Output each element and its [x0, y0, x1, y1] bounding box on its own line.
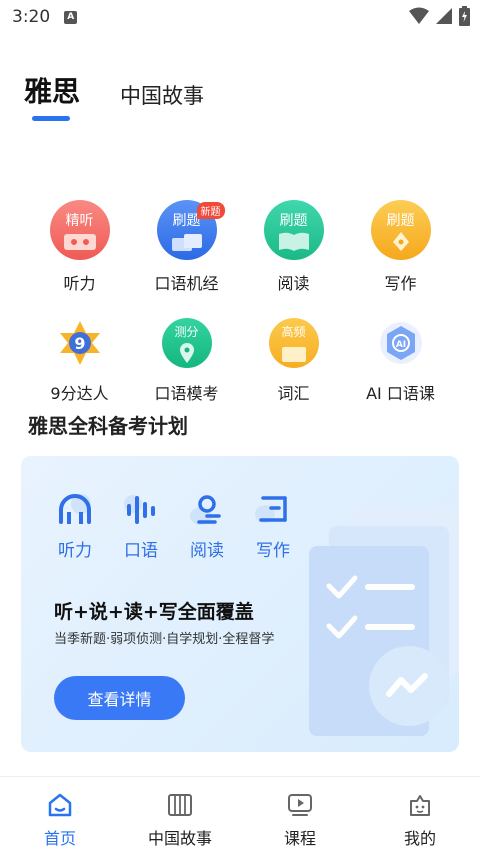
checklist-illustration [309, 506, 459, 736]
grid-item-ai-speaking[interactable]: AI AI 口语课 [347, 314, 454, 404]
grid-label: 听力 [63, 274, 96, 293]
grid-label: AI 口语课 [366, 384, 435, 403]
grid-label: 词汇 [277, 384, 310, 403]
section-title: 雅思全科备考计划 [28, 414, 188, 438]
location-pin-icon: 测分 [161, 318, 212, 368]
icon-text: 刷题 [386, 213, 415, 229]
nav-label: 首页 [43, 829, 76, 848]
icon-text: 测分 [174, 325, 199, 339]
skill-listening: 听力 [53, 492, 97, 561]
play-video-icon [288, 794, 312, 816]
tab-label: 雅思 [24, 75, 81, 108]
notification-icon: A [64, 10, 78, 24]
grid-item-speaking-mock[interactable]: 测分 口语模考 [133, 314, 240, 404]
grid-item-speaking[interactable]: 刷题 新题 口语机经 [133, 200, 240, 294]
tab-active-indicator [32, 116, 70, 121]
grid-item-listening[interactable]: 精听 听力 [26, 200, 133, 294]
grid-label: 9分达人 [50, 384, 109, 403]
skill-speaking: 口语 [119, 492, 163, 561]
signal-icon [436, 8, 452, 24]
nav-home[interactable]: 首页 [0, 777, 120, 853]
svg-text:AI: AI [395, 340, 405, 350]
skill-writing: 写作 [251, 492, 295, 561]
ai-hexagon-icon: AI [376, 318, 426, 368]
tab-label: 中国故事 [120, 84, 205, 108]
wifi-icon [409, 7, 429, 24]
grid-item-nine-expert[interactable]: 9 9分达人 [26, 314, 133, 404]
top-tabs: 雅思 中国故事 [24, 70, 204, 121]
status-time: 3:20 [12, 7, 51, 27]
skill-label: 写作 [256, 541, 290, 561]
reading-book-icon: 刷题 [263, 200, 324, 260]
speaking-mic-icon: 刷题 新题 [156, 200, 225, 260]
feature-grid: 精听 听力 刷题 新题 口语机经 刷题 阅读 刷题 写作 9 9分达人 测分 口… [26, 200, 454, 404]
tab-ielts[interactable]: 雅思 [24, 70, 81, 121]
skill-label: 听力 [58, 541, 92, 561]
profile-icon [410, 795, 430, 816]
grid-item-vocabulary[interactable]: 高频 词汇 [240, 314, 347, 404]
nav-label: 中国故事 [147, 829, 212, 848]
soundwave-icon [124, 495, 155, 524]
grid-label: 口语模考 [154, 384, 219, 403]
new-badge: 新题 [196, 202, 225, 219]
grid-label: 阅读 [277, 274, 310, 293]
svg-text:9: 9 [74, 334, 85, 353]
lines-icon [255, 496, 287, 523]
view-details-button[interactable]: 查看详情 [54, 676, 185, 720]
bottom-nav: 首页 中国故事 课程 我的 [0, 776, 480, 853]
status-bar: 3:20 A [0, 0, 480, 34]
tab-china-story[interactable]: 中国故事 [120, 80, 204, 110]
grid-item-reading[interactable]: 刷题 阅读 [240, 200, 347, 294]
icon-text: 刷题 [279, 213, 308, 229]
magnifier-icon [190, 495, 221, 525]
vocabulary-box-icon: 高频 [268, 318, 319, 368]
plan-headline: 听+说+读+写全面覆盖 [54, 601, 254, 623]
skills-row: 听力 口语 阅读 写作 [53, 492, 295, 561]
star-nine-icon: 9 [55, 318, 105, 368]
nav-label: 课程 [283, 829, 316, 848]
grid-label: 写作 [384, 274, 417, 293]
nav-profile[interactable]: 我的 [360, 777, 480, 853]
nav-china-story[interactable]: 中国故事 [120, 777, 240, 853]
skill-label: 口语 [124, 541, 158, 561]
icon-text: 高频 [281, 325, 306, 339]
grid-label: 口语机经 [154, 274, 219, 293]
status-icons [409, 6, 470, 26]
skill-label: 阅读 [190, 541, 224, 561]
battery-icon [459, 6, 470, 26]
listening-tape-icon: 精听 [49, 200, 110, 260]
plan-card[interactable]: 听力 口语 阅读 写作 听+说+读+写全面覆盖 当季新题·弱项侦测·自学规划·全… [21, 456, 459, 752]
nav-label: 我的 [403, 829, 436, 848]
home-icon [48, 793, 72, 817]
book-stack-icon [168, 794, 192, 816]
nav-courses[interactable]: 课程 [240, 777, 360, 853]
writing-pen-icon: 刷题 [370, 200, 431, 260]
plan-subtitle: 当季新题·弱项侦测·自学规划·全程督学 [54, 632, 275, 647]
grid-item-writing[interactable]: 刷题 写作 [347, 200, 454, 294]
skill-reading: 阅读 [185, 492, 229, 561]
headphones-icon [59, 494, 91, 524]
icon-text: 精听 [65, 213, 94, 229]
